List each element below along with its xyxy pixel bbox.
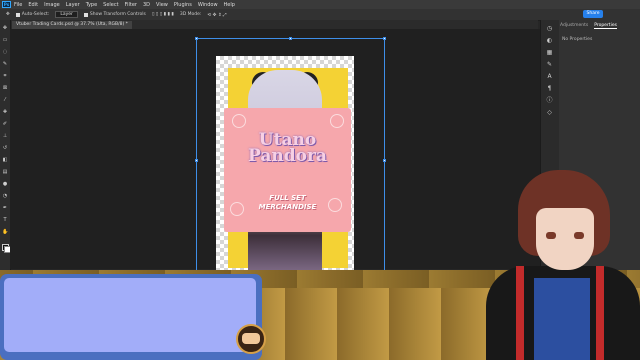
menu-3d[interactable]: 3D (143, 2, 150, 8)
transform-handle[interactable] (195, 37, 198, 40)
vtuber-avatar (476, 158, 640, 360)
lasso-tool-icon[interactable]: ◌ (2, 50, 8, 55)
info-panel-icon[interactable]: ⓘ (546, 98, 553, 104)
layers-panel-icon[interactable]: ◇ (546, 110, 553, 116)
document-tab-bar: Vtuber Trading Cards.psd @ 37.7% (Uta, R… (10, 20, 538, 29)
hoodie-stripe (516, 266, 524, 360)
crop-tool-icon[interactable]: ⌗ (2, 74, 8, 79)
history-panel-icon[interactable]: ◷ (546, 26, 553, 32)
quick-select-tool-icon[interactable]: ✎ (2, 62, 8, 67)
move-tool-icon[interactable]: ✥ (2, 26, 8, 31)
auto-select-checkbox[interactable] (15, 12, 20, 17)
menu-layer[interactable]: Layer (66, 2, 80, 8)
transform-controls-checkbox[interactable] (83, 12, 88, 17)
menu-view[interactable]: View (156, 2, 168, 8)
avatar-eye-right (574, 232, 584, 239)
brush-panel-icon[interactable]: ✎ (546, 62, 553, 68)
menu-image[interactable]: Image (44, 2, 60, 8)
menu-filter[interactable]: Filter (125, 2, 137, 8)
panel-tabs: Adjustments Properties (560, 23, 623, 29)
history-brush-tool-icon[interactable]: ↺ (2, 146, 8, 151)
photoshop-logo-icon[interactable]: Ps (2, 1, 11, 8)
paragraph-panel-icon[interactable]: ¶ (546, 86, 553, 92)
eyedropper-tool-icon[interactable]: ⁄ (2, 98, 8, 103)
menu-type[interactable]: Type (86, 2, 97, 8)
transform-controls-option[interactable]: Show Transform Controls (83, 12, 146, 17)
menu-window[interactable]: Window (198, 2, 218, 8)
stamp-tool-icon[interactable]: ⊥ (2, 134, 8, 139)
layer-select[interactable]: Layer (55, 11, 78, 18)
transform-controls-label: Show Transform Controls (89, 12, 146, 17)
menu-select[interactable]: Select (103, 2, 118, 8)
hand-tool-icon[interactable]: ✋ (2, 230, 8, 235)
menu-plugins[interactable]: Plugins (174, 2, 192, 8)
menu-edit[interactable]: Edit (28, 2, 38, 8)
tab-properties[interactable]: Properties (594, 23, 617, 29)
auto-select-option[interactable]: Auto-Select: (15, 12, 50, 17)
tab-adjustments[interactable]: Adjustments (560, 23, 588, 29)
transform-handle[interactable] (383, 37, 386, 40)
type-tool-icon[interactable]: T (2, 218, 8, 223)
dodge-tool-icon[interactable]: ◔ (2, 194, 8, 199)
share-button[interactable]: Share (583, 10, 603, 18)
swatches-panel-icon[interactable]: ▦ (546, 50, 553, 56)
hoodie-stripe (596, 266, 604, 360)
no-properties-text: No Properties (562, 37, 593, 42)
marquee-tool-icon[interactable]: ▭ (2, 38, 8, 43)
transform-handle[interactable] (289, 37, 292, 40)
stream-dialog-inner (4, 278, 256, 352)
move-tool-icon[interactable]: ✥ (6, 12, 10, 17)
document-tab[interactable]: Vtuber Trading Cards.psd @ 37.7% (Uta, R… (12, 21, 132, 29)
transform-bounding-box[interactable] (195, 37, 386, 283)
avatar-face (536, 208, 594, 270)
mode-3d-label: 3D Mode: (179, 12, 202, 17)
menu-bar: Ps File Edit Image Layer Type Select Fil… (0, 0, 640, 9)
healing-tool-icon[interactable]: ✚ (2, 110, 8, 115)
transform-handle[interactable] (195, 159, 198, 162)
transform-handle[interactable] (383, 159, 386, 162)
mode-3d-icons[interactable]: ⟲ ✥ ⇕ ⤢ (207, 12, 226, 18)
align-icons[interactable]: ▯ ▯ ▯ ▮ ▮ ▮ (152, 12, 174, 17)
color-panel-icon[interactable]: ◐ (546, 38, 553, 44)
auto-select-label: Auto-Select: (21, 12, 50, 17)
menu-file[interactable]: File (14, 2, 22, 8)
mascot-icon (236, 324, 266, 354)
frame-tool-icon[interactable]: ⊠ (2, 86, 8, 91)
stream-dialog-box (0, 274, 262, 360)
eraser-tool-icon[interactable]: ◧ (2, 158, 8, 163)
gradient-tool-icon[interactable]: ▤ (2, 170, 8, 175)
blur-tool-icon[interactable]: ● (2, 182, 8, 187)
avatar-eye-left (546, 232, 556, 239)
avatar-shirt (534, 278, 590, 360)
character-panel-icon[interactable]: A (546, 74, 553, 80)
pen-tool-icon[interactable]: ✒ (2, 206, 8, 211)
menu-help[interactable]: Help (224, 2, 235, 8)
mascot-face (242, 333, 260, 344)
brush-tool-icon[interactable]: ✐ (2, 122, 8, 127)
